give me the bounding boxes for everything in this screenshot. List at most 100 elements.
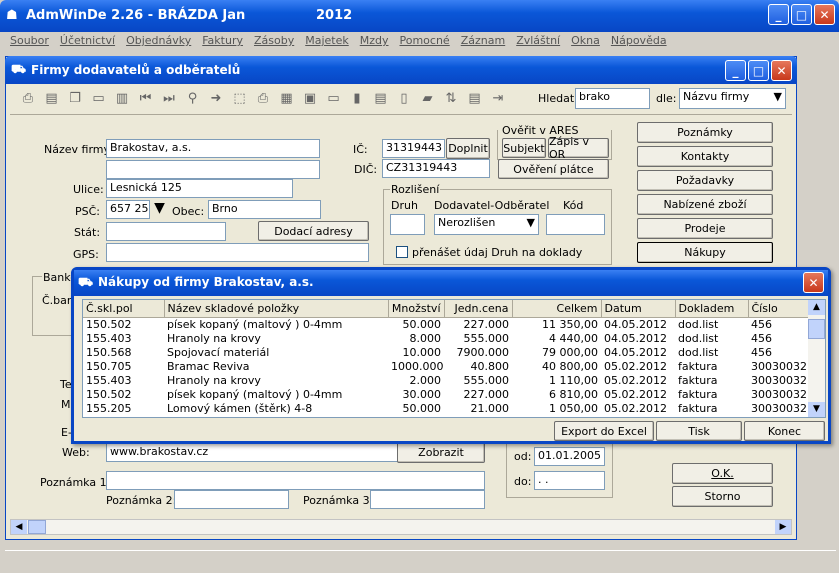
maximize-button[interactable]: □ (791, 4, 812, 25)
scroll-up-icon[interactable]: ▲ (808, 300, 825, 315)
export-icon[interactable]: ▣ (302, 91, 318, 107)
select-icon[interactable]: ⬚ (232, 91, 248, 107)
grid-column-header[interactable]: Celkem (512, 300, 602, 318)
table-row[interactable]: 155.403 Hranoly na krovy 2.000 555.000 1 110… (83, 373, 809, 387)
last-icon[interactable]: ⏭ (161, 91, 177, 107)
scroll-right-icon[interactable]: ▶ (775, 520, 791, 534)
grid-column-header[interactable]: Jedn.cena (444, 300, 513, 318)
sort-icon[interactable]: ⇅ (443, 91, 459, 107)
printer-icon[interactable]: ⎙ (255, 91, 271, 107)
table-row[interactable]: 150.502 písek kopaný (maltový ) 0-4mm 30.0… (83, 387, 809, 401)
gps-input[interactable] (106, 243, 369, 262)
grid-vertical-scrollbar[interactable]: ▲ ▼ (808, 300, 825, 417)
menu-item[interactable]: Objednávky (126, 34, 191, 47)
print-icon[interactable]: ⎙ (20, 91, 36, 107)
note3-input[interactable] (370, 490, 485, 509)
side-button-5[interactable]: Nákupy (637, 242, 773, 263)
kod-input[interactable] (546, 214, 605, 235)
scroll-thumb[interactable] (28, 520, 46, 534)
new-icon[interactable]: ▤ (44, 91, 60, 107)
doplnit-button[interactable]: Doplnit (446, 138, 490, 159)
menu-item[interactable]: Mzdy (360, 34, 389, 47)
note2-input[interactable] (174, 490, 289, 509)
note1-input[interactable] (106, 471, 485, 490)
od-input[interactable]: 01.01.2005 (534, 447, 605, 466)
menu-item[interactable]: Zvláštní (516, 34, 560, 47)
menu-item[interactable]: Majetek (305, 34, 349, 47)
child-maximize-button[interactable]: □ (748, 60, 769, 81)
menu-item[interactable]: Záznam (461, 34, 505, 47)
menu-item[interactable]: Účetnictví (60, 34, 115, 47)
chart-icon[interactable]: ▮ (349, 91, 365, 107)
menu-item[interactable]: Zásoby (254, 34, 294, 47)
menu-item[interactable]: Nápověda (611, 34, 667, 47)
zobrazit-button[interactable]: Zobrazit (397, 442, 485, 463)
horizontal-scrollbar[interactable]: ◀ ▶ (10, 519, 792, 535)
table-icon[interactable]: ▦ (279, 91, 295, 107)
first-icon[interactable]: ⏮ (138, 91, 154, 107)
zapis-or-button[interactable]: Zápis v OR (548, 135, 609, 161)
delete-icon[interactable]: ▥ (114, 91, 130, 107)
table-row[interactable]: 150.568 Spojovací materiál 10.000 7900.000 7… (83, 345, 809, 359)
grid-column-header[interactable]: Dokladem (675, 300, 749, 318)
psc-dropdown-icon[interactable]: ▼ (150, 200, 169, 219)
books-icon[interactable]: ▯ (396, 91, 412, 107)
table-row[interactable]: 150.705 Bramac Reviva 1000.000 40.800 40 800… (83, 359, 809, 373)
street-input[interactable]: Lesnická 125 (106, 179, 293, 198)
prenaset-checkbox[interactable] (396, 246, 408, 258)
report-icon[interactable]: ▤ (467, 91, 483, 107)
city-input[interactable]: Brno (208, 200, 321, 219)
tisk-button[interactable]: Tisk (656, 421, 742, 441)
side-button-4[interactable]: Prodeje (637, 218, 773, 239)
table-row[interactable]: 150.502 písek kopaný (maltový ) 0-4mm 50.0… (83, 317, 809, 331)
minimize-button[interactable]: _ (768, 4, 789, 25)
list-icon[interactable]: ▤ (373, 91, 389, 107)
dic-input[interactable]: CZ31319443 (382, 159, 490, 178)
search-by-select[interactable]: Názvu firmy ▼ (679, 88, 786, 109)
delivery-addresses-button[interactable]: Dodací adresy (258, 221, 369, 241)
side-button-3[interactable]: Nabízené zboží (637, 194, 773, 215)
menu-item[interactable]: Pomocné (400, 34, 450, 47)
storno-button[interactable]: Storno (672, 486, 773, 507)
filter-icon[interactable]: ⇥ (490, 91, 506, 107)
side-button-0[interactable]: Poznámky (637, 122, 773, 143)
go-icon[interactable]: ➜ (208, 91, 224, 107)
konec-button[interactable]: Konec (744, 421, 825, 441)
grid-column-header[interactable]: Datum (601, 300, 676, 318)
copy-icon[interactable]: ❐ (67, 91, 83, 107)
state-input[interactable] (106, 222, 226, 241)
grid-column-header[interactable]: Množství (388, 300, 445, 318)
web-input[interactable]: www.brakostav.cz (106, 443, 398, 462)
ok-button[interactable]: O.K. (672, 463, 773, 484)
name-input[interactable]: Brakostav, a.s. (106, 139, 320, 158)
close-button[interactable]: ✕ (814, 4, 835, 25)
find-icon[interactable]: ⚲ (185, 91, 201, 107)
dialog-close-button[interactable]: ✕ (803, 272, 824, 293)
menu-item[interactable]: Faktury (202, 34, 243, 47)
menu-item[interactable]: Soubor (10, 34, 49, 47)
do-input[interactable]: . . (534, 471, 605, 490)
druh-input[interactable] (390, 214, 425, 235)
cards-icon[interactable]: ▰ (420, 91, 436, 107)
child-close-button[interactable]: ✕ (771, 60, 792, 81)
menu-item[interactable]: Okna (571, 34, 600, 47)
grid-column-header[interactable]: Číslo (748, 300, 810, 318)
export-excel-button[interactable]: Export do Excel (554, 421, 654, 441)
keyboard-icon[interactable]: ▭ (326, 91, 342, 107)
grid-scroll-thumb[interactable] (808, 319, 825, 339)
grid-column-header[interactable]: Č.skl.pol (83, 300, 165, 318)
side-button-2[interactable]: Požadavky (637, 170, 773, 191)
table-row[interactable]: 155.403 Hranoly na krovy 8.000 555.000 4 440… (83, 331, 809, 345)
open-icon[interactable]: ▭ (91, 91, 107, 107)
child-minimize-button[interactable]: _ (725, 60, 746, 81)
table-row[interactable]: 155.205 Lomový kámen (štěrk) 4-8 50.000 21.… (83, 401, 809, 415)
search-input[interactable]: brako (575, 88, 650, 109)
scroll-down-icon[interactable]: ▼ (808, 402, 825, 417)
psc-input[interactable]: 657 25 (106, 200, 150, 219)
scroll-left-icon[interactable]: ◀ (11, 520, 27, 534)
side-button-1[interactable]: Kontakty (637, 146, 773, 167)
name-input-2[interactable] (106, 160, 320, 179)
ic-input[interactable]: 31319443 (382, 139, 445, 158)
dododb-select[interactable]: Nerozlišen ▼ (434, 214, 539, 235)
subjekt-button[interactable]: Subjekt (502, 138, 546, 158)
